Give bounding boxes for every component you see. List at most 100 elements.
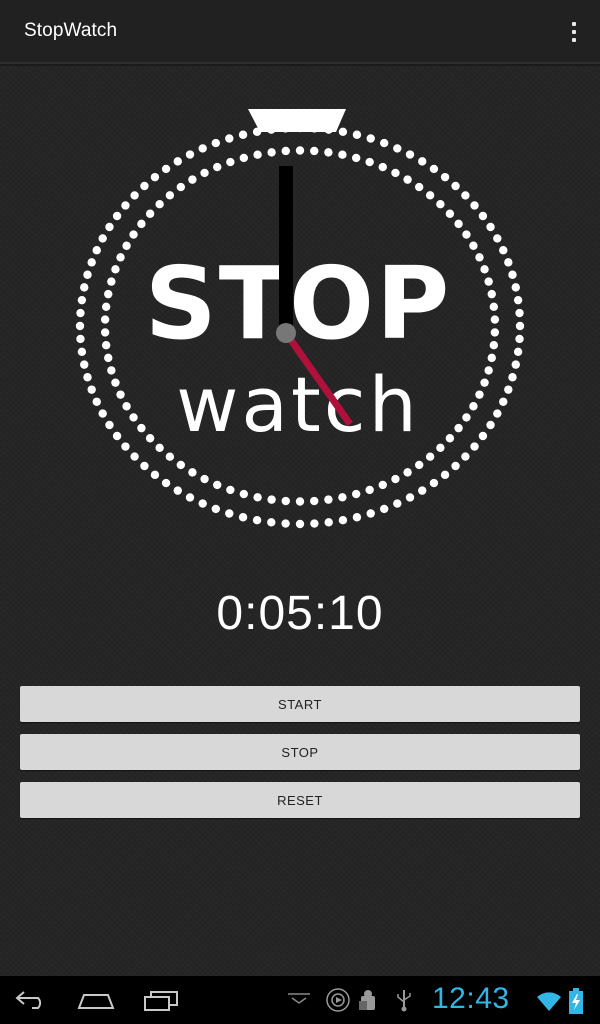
ring-dot <box>440 470 450 480</box>
notification-icons[interactable] <box>286 988 416 1012</box>
ring-dot <box>80 283 89 292</box>
android-debug-icon <box>359 990 375 1010</box>
ring-dot <box>239 153 249 163</box>
elapsed-time-display: 0:05:10 <box>216 587 384 640</box>
back-icon[interactable] <box>14 988 50 1012</box>
ring-dot <box>478 431 488 441</box>
ring-dot <box>366 509 375 518</box>
ring-dot <box>226 485 235 495</box>
ring-dot <box>150 470 160 480</box>
ring-dot <box>513 347 523 357</box>
ring-dot <box>213 162 222 172</box>
ring-dot <box>511 283 520 292</box>
ring-dot <box>129 413 138 422</box>
ring-dot <box>80 360 89 369</box>
ring-dot <box>338 150 347 159</box>
ring-dot <box>484 366 493 375</box>
ring-dot <box>352 130 362 139</box>
logo-watch-text: watch <box>176 360 419 449</box>
ring-dot <box>295 497 305 506</box>
ring-dot <box>403 468 412 477</box>
ring-dot <box>490 315 500 324</box>
ring-dot <box>429 164 439 174</box>
ring-dot <box>393 144 402 153</box>
minute-hand <box>279 166 293 334</box>
ring-dot <box>100 315 110 324</box>
ring-dot <box>445 434 455 443</box>
ring-dot <box>238 130 248 139</box>
ring-dot <box>493 234 502 243</box>
reset-button[interactable]: RESET <box>20 782 580 818</box>
ring-dot <box>499 397 508 406</box>
start-button[interactable]: START <box>20 686 580 722</box>
ring-dot <box>116 253 125 262</box>
system-navigation-bar: 12:43 <box>0 976 600 1024</box>
ring-dot <box>295 146 305 155</box>
ring-dot <box>489 340 499 350</box>
ring-dot <box>101 340 111 350</box>
ring-dot <box>107 366 116 375</box>
chevron-down-icon <box>288 993 310 1004</box>
ring-dot <box>188 468 197 477</box>
main-content: STOP watch 0:05:10 START STOP RESET <box>0 66 600 976</box>
ring-dot <box>161 164 171 174</box>
ring-dot <box>470 201 479 210</box>
ring-dot <box>393 499 402 508</box>
ring-dot <box>504 385 513 394</box>
ring-dot <box>77 295 87 305</box>
ring-dot <box>425 452 435 461</box>
ring-dot <box>511 360 520 369</box>
ring-dot <box>226 157 235 167</box>
ring-dot <box>310 519 319 528</box>
ring-dot <box>436 199 445 209</box>
ring-dot <box>338 516 348 525</box>
ring-dot <box>454 219 463 229</box>
ring-dot <box>378 480 387 490</box>
ring-dot <box>403 175 412 184</box>
ring-dot <box>454 423 463 433</box>
ring-dot <box>425 191 435 200</box>
ring-dot <box>515 321 525 331</box>
ring-dot <box>469 402 478 411</box>
ring-dot <box>92 397 101 406</box>
ring-dot <box>107 277 116 286</box>
ring-dot <box>92 246 101 255</box>
ring-dot <box>338 127 348 136</box>
ring-dot <box>451 461 460 471</box>
ring-dot <box>475 253 484 262</box>
ring-dot <box>213 480 222 490</box>
ring-dot <box>365 485 374 495</box>
ring-dot <box>418 486 427 495</box>
home-icon[interactable] <box>76 988 116 1012</box>
stopwatch-dial: STOP watch <box>60 106 540 546</box>
ring-dot <box>129 230 138 239</box>
ring-dot <box>429 478 439 488</box>
ring-dot <box>200 474 209 484</box>
ring-dot <box>211 504 221 514</box>
stop-button[interactable]: STOP <box>20 734 580 770</box>
ring-dot <box>366 134 375 143</box>
ring-dot <box>295 123 305 133</box>
ring-dot <box>145 434 155 443</box>
ring-dot <box>499 246 508 255</box>
ring-dot <box>253 150 262 159</box>
ring-dot <box>137 423 146 433</box>
ring-dot <box>310 496 319 506</box>
ring-dot <box>252 516 262 525</box>
ring-dot <box>111 265 120 274</box>
ring-dot <box>324 148 333 157</box>
action-bar: StopWatch <box>0 0 600 64</box>
ring-dot <box>475 390 484 399</box>
ring-dot <box>462 230 471 239</box>
ring-dot <box>252 127 262 136</box>
ring-dot <box>378 162 387 172</box>
overflow-menu-icon[interactable] <box>562 16 586 48</box>
ring-dot <box>513 295 523 305</box>
ring-dot <box>75 321 85 331</box>
ring-dot <box>281 124 290 133</box>
ring-dot <box>98 409 107 418</box>
ring-dot <box>112 211 122 221</box>
stopwatch-screen: StopWatch STOP watch 0:05:10 START STOP … <box>0 0 600 1024</box>
recent-apps-icon[interactable] <box>142 988 180 1012</box>
ring-dot <box>486 222 495 232</box>
